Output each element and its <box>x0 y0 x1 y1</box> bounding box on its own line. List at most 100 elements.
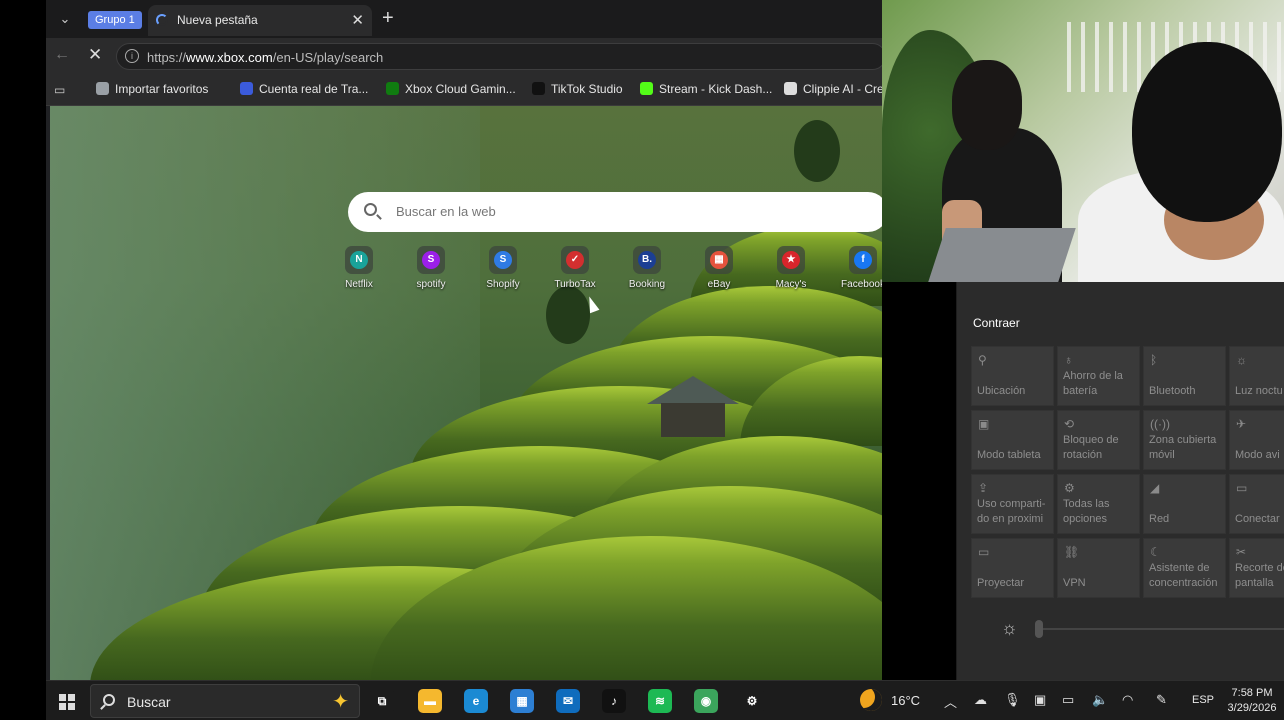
settings-icon[interactable]: ⚙ <box>740 689 764 713</box>
shortcut-label: Booking <box>628 279 666 290</box>
pen-icon[interactable]: ✎ <box>1156 692 1167 708</box>
quick-setting-tile[interactable]: ᛒ Bluetooth <box>1143 346 1226 406</box>
tab-new-tab[interactable]: Nueva pestaña ✕ <box>148 5 372 36</box>
tab-group-chip[interactable]: Grupo 1 <box>88 11 142 29</box>
rotation-lock-icon: ⟲ <box>1064 417 1075 431</box>
shortcut-icon: N <box>345 246 373 274</box>
shortcut-tile[interactable]: ✓ TurboTax <box>543 246 607 290</box>
copilot-sparkle-icon: ✦ <box>332 691 349 713</box>
shortcut-icon: ▦ <box>705 246 733 274</box>
quick-setting-label: Bloqueo de rotación <box>1063 434 1119 461</box>
microphone-icon[interactable]: 🎙 <box>1004 692 1021 708</box>
quick-setting-tile[interactable]: ⚙ Todas las opciones <box>1057 474 1140 534</box>
quick-setting-label: Uso comparti-do en proximi <box>977 498 1046 525</box>
bookmark-item[interactable]: TikTok Studio <box>532 82 623 96</box>
reading-list-icon[interactable]: ▭ <box>54 83 65 97</box>
quick-setting-tile[interactable]: ((·)) Zona cubierta móvil <box>1143 410 1226 470</box>
quick-setting-tile[interactable]: ⚲ Ubicación <box>971 346 1054 406</box>
shortcut-glyph: ✓ <box>566 251 584 269</box>
address-bar[interactable]: i https://www.xbox.com/en-US/play/search <box>116 43 882 70</box>
windows-start-icon[interactable] <box>59 694 75 710</box>
file-explorer-icon[interactable]: ▬ <box>418 689 442 713</box>
new-tab-page: Buscar en la web N Netflix Sspotify S Shopif… <box>50 106 882 680</box>
microsoft-store-icon[interactable]: ▦ <box>510 689 534 713</box>
taskbar-search-label: Buscar <box>127 694 171 710</box>
shortcut-glyph: ★ <box>782 251 800 269</box>
screen: ⌄ Grupo 1 Nueva pestaña ✕ + ← ✕ i https:… <box>0 0 1284 720</box>
shortcut-tile[interactable]: N Netflix <box>327 246 391 290</box>
quick-setting-tile[interactable]: ▭ Conectar <box>1229 474 1284 534</box>
bookmark-label: Clippie AI - Cre <box>803 82 882 96</box>
shortcut-tile[interactable]: B. Booking <box>615 246 679 290</box>
tiktok-icon[interactable]: ♪ <box>602 689 626 713</box>
xbox-icon <box>386 82 399 95</box>
task-view-icon[interactable]: ⧉ <box>370 689 394 713</box>
display-icon[interactable]: ▣ <box>1034 692 1046 708</box>
brightness-slider[interactable] <box>1037 628 1284 630</box>
onedrive-icon[interactable]: ☁ <box>974 692 987 708</box>
background-tree <box>546 286 590 344</box>
quick-setting-label: Modo tableta <box>977 449 1041 461</box>
web-search-box[interactable]: Buscar en la web <box>348 192 882 232</box>
shortcut-tile[interactable]: ★ Macy's <box>759 246 823 290</box>
weather-moon-icon[interactable] <box>860 689 882 711</box>
shortcut-tile[interactable]: Sspotify <box>399 246 463 290</box>
back-arrow-icon[interactable]: ← <box>54 46 70 64</box>
stop-loading-icon[interactable]: ✕ <box>88 45 102 65</box>
hut <box>661 403 725 437</box>
wifi-icon[interactable]: ◠ <box>1122 692 1133 708</box>
quick-setting-tile[interactable]: ☼ Luz noctu <box>1229 346 1284 406</box>
quick-setting-tile[interactable]: ✂ Recorte de pantalla <box>1229 538 1284 598</box>
shortcut-icon: S <box>489 246 517 274</box>
bookmark-item[interactable]: Stream - Kick Dash... <box>640 82 772 96</box>
bookmark-item[interactable]: Importar favoritos <box>96 82 208 96</box>
bookmark-item[interactable]: Clippie AI - Cre <box>784 82 882 96</box>
url-text: https://www.xbox.com/en-US/play/search <box>147 50 383 65</box>
new-tab-plus-icon[interactable]: + <box>382 8 394 28</box>
shortcut-tile[interactable]: ▦ eBay <box>687 246 751 290</box>
shortcut-icon: ✓ <box>561 246 589 274</box>
bookmark-item[interactable]: Xbox Cloud Gamin... <box>386 82 516 96</box>
network-icon: ◢ <box>1150 481 1160 495</box>
shortcut-tile[interactable]: f Facebook <box>831 246 882 290</box>
quick-setting-tile[interactable]: ◢ Red <box>1143 474 1226 534</box>
quick-setting-tile[interactable]: ⛓ VPN <box>1057 538 1140 598</box>
shortcut-tile[interactable]: S Shopify <box>471 246 535 290</box>
hut-roof <box>647 376 739 404</box>
shortcut-label: spotify <box>416 279 446 290</box>
volume-icon[interactable]: 🔈 <box>1092 692 1108 708</box>
tab-actions-chevron-icon[interactable]: ⌄ <box>52 7 78 31</box>
night-light-icon: ☼ <box>1236 353 1247 367</box>
quick-setting-tile[interactable]: ☾ Asistente de concentración <box>1143 538 1226 598</box>
input-language[interactable]: ESP <box>1192 694 1214 706</box>
toolbar: ← ✕ i https://www.xbox.com/en-US/play/se… <box>46 38 882 74</box>
weather-temperature[interactable]: 16°C <box>891 693 920 708</box>
edge-icon[interactable]: e <box>464 689 488 713</box>
account-icon <box>240 82 253 95</box>
collapse-link[interactable]: Contraer <box>973 316 1020 330</box>
quick-setting-tile[interactable]: ✈ Modo avi <box>1229 410 1284 470</box>
quick-setting-tile[interactable]: ♁ Ahorro de la batería <box>1057 346 1140 406</box>
airplane-icon: ✈ <box>1236 417 1247 431</box>
shortcut-label: Macy's <box>775 279 807 290</box>
discord-icon[interactable]: ◉ <box>694 689 718 713</box>
shortcut-glyph: f <box>854 251 872 269</box>
bookmark-label: TikTok Studio <box>551 82 623 96</box>
brightness-slider-thumb[interactable] <box>1035 620 1043 638</box>
site-info-icon[interactable]: i <box>125 49 139 63</box>
quick-setting-tile[interactable]: ⇪ Uso comparti-do en proximi <box>971 474 1054 534</box>
battery-icon[interactable]: ▭ <box>1062 692 1074 708</box>
quick-setting-label: Recorte de pantalla <box>1235 562 1284 589</box>
quick-setting-tile[interactable]: ⟲ Bloqueo de rotación <box>1057 410 1140 470</box>
quick-setting-tile[interactable]: ▭ Proyectar <box>971 538 1054 598</box>
shortcut-glyph: S <box>422 251 440 269</box>
bookmark-label: Importar favoritos <box>115 82 209 96</box>
bookmark-item[interactable]: Cuenta real de Tra... <box>240 82 368 96</box>
taskbar-search-box[interactable]: Buscar ✦ <box>90 684 360 718</box>
quick-setting-tile[interactable]: ▣ Modo tableta <box>971 410 1054 470</box>
clock[interactable]: 7:58 PM 3/29/2026 <box>1222 686 1282 716</box>
tray-chevron-up-icon[interactable]: ︿ <box>944 692 957 711</box>
spotify-icon[interactable]: ≋ <box>648 689 672 713</box>
outlook-icon[interactable]: ✉ <box>556 689 580 713</box>
close-tab-icon[interactable]: ✕ <box>351 11 364 29</box>
